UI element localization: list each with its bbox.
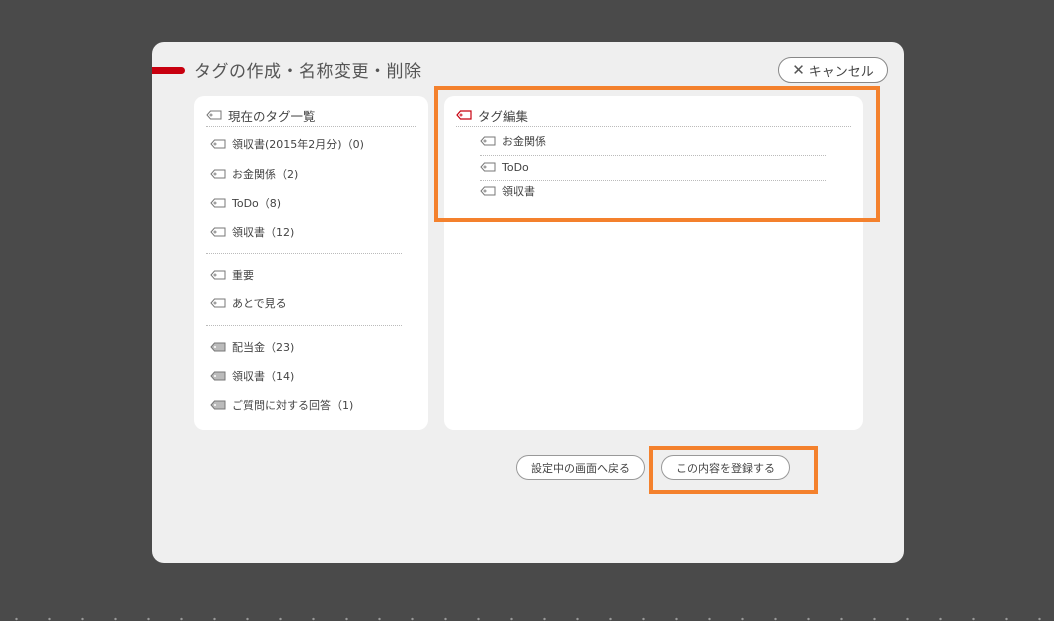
tag-icon — [210, 198, 226, 208]
tag-item[interactable]: 配当金（23) — [210, 339, 294, 355]
tag-item[interactable]: 重要 — [210, 267, 254, 283]
tag-icon — [480, 136, 496, 146]
tag-icon — [210, 139, 226, 149]
tag-icon — [210, 227, 226, 237]
tag-icon — [480, 186, 496, 196]
tag-item[interactable]: 領収書(2015年2月分)（0) — [210, 136, 364, 152]
tag-item[interactable]: あとで見る — [210, 295, 287, 311]
close-icon: ✕ — [792, 60, 805, 79]
tag-icon — [206, 110, 222, 120]
divider — [456, 126, 851, 127]
current-tags-panel: 現在のタグ一覧 領収書(2015年2月分)（0) お金関係（2) ToDo（8)… — [194, 96, 428, 430]
tag-item[interactable]: 領収書（12) — [210, 224, 294, 240]
divider — [206, 126, 416, 127]
tag-label: あとで見る — [232, 297, 287, 310]
tag-red-icon — [456, 110, 472, 120]
background-dots — [0, 617, 1054, 621]
tag-edit-header: タグ編集 — [456, 104, 851, 126]
tag-filled-icon — [210, 342, 226, 352]
tag-item[interactable]: 領収書（14) — [210, 368, 294, 384]
tag-label: お金関係（2) — [232, 168, 299, 181]
back-button[interactable]: 設定中の画面へ戻る — [516, 455, 645, 480]
cancel-label: キャンセル — [808, 64, 874, 80]
tag-icon — [480, 162, 496, 172]
tag-label: 領収書（14) — [232, 370, 295, 383]
tag-label: ご質問に対する回答（1) — [232, 399, 354, 412]
current-tags-title: 現在のタグ一覧 — [228, 108, 316, 124]
edit-tag-item[interactable]: ToDo — [480, 155, 826, 179]
edit-tag-item[interactable]: 領収書 — [480, 179, 826, 203]
tag-icon — [210, 298, 226, 308]
tag-label: 重要 — [232, 269, 254, 282]
tag-label: ToDo（8) — [232, 197, 282, 210]
tag-filled-icon — [210, 371, 226, 381]
divider — [206, 325, 402, 326]
tag-icon — [210, 270, 226, 280]
divider — [206, 253, 402, 254]
register-button[interactable]: この内容を登録する — [661, 455, 790, 480]
tag-edit-title: タグ編集 — [478, 108, 529, 124]
title-accent-bar — [152, 67, 185, 74]
cancel-button[interactable]: ✕ キャンセル — [778, 57, 888, 83]
edit-tag-label: ToDo — [502, 160, 529, 174]
tag-item[interactable]: お金関係（2) — [210, 166, 298, 182]
tag-label: 領収書(2015年2月分)（0) — [232, 138, 364, 151]
edit-tag-item[interactable]: お金関係 — [480, 129, 826, 153]
tag-dialog: タグの作成・名称変更・削除 ✕ キャンセル 現在のタグ一覧 領収書(2015年2… — [152, 42, 904, 563]
tag-item[interactable]: ToDo（8) — [210, 195, 281, 211]
dialog-title: タグの作成・名称変更・削除 — [194, 62, 422, 82]
tag-item[interactable]: ご質問に対する回答（1) — [210, 397, 353, 413]
tag-filled-icon — [210, 400, 226, 410]
tag-label: 領収書（12) — [232, 226, 295, 239]
edit-tag-label: お金関係 — [502, 135, 546, 148]
current-tags-header: 現在のタグ一覧 — [206, 104, 416, 126]
tag-label: 配当金（23) — [232, 341, 295, 354]
edit-tag-label: 領収書 — [502, 185, 535, 198]
tag-icon — [210, 169, 226, 179]
tag-edit-panel: タグ編集 お金関係 ToDo 領収書 — [444, 96, 863, 430]
